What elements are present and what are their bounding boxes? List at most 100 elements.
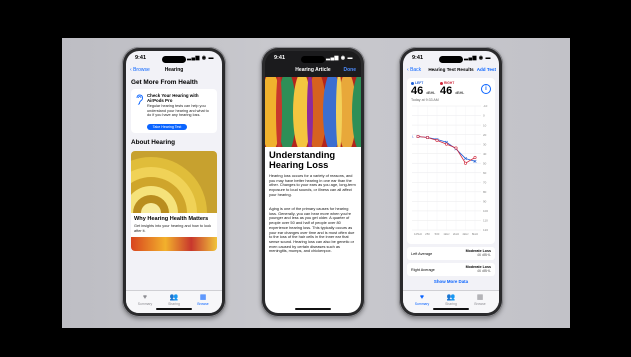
y-tick-label: -10 xyxy=(483,104,488,108)
section-title-about-hearing: About Hearing xyxy=(131,139,176,146)
y-tick-label: 30 xyxy=(483,142,487,146)
info-icon[interactable]: i xyxy=(481,84,491,94)
screen-hearing-results: 9:41 ▂▄▆ ◉ ▬ ‹ Back Hearing Test Results… xyxy=(403,51,499,313)
x-tick-label: 125Hz xyxy=(414,232,423,236)
article-subtitle: Get insights into your hearing and how t… xyxy=(134,224,212,233)
show-more-data-link[interactable]: Show More Data xyxy=(403,279,499,284)
status-time: 9:41 xyxy=(135,55,147,61)
article-headline: Understanding Hearing Loss xyxy=(269,149,336,170)
nav-bar: ‹ Browse Hearing xyxy=(126,65,222,77)
grid-icon: ▦ xyxy=(199,294,207,301)
y-tick-label: 110 xyxy=(483,219,488,223)
grid-icon: ▦ xyxy=(476,294,484,301)
tab-summary[interactable]: ♥ Summary xyxy=(130,294,160,306)
x-tick-label: 2kHz xyxy=(453,232,460,236)
right-average-row[interactable]: Right Average Moderate Loss 46 dBHL xyxy=(407,263,495,276)
y-tick-label: 90 xyxy=(483,200,487,204)
article-hero-illustration xyxy=(265,77,361,147)
x-tick-label: 4kHz xyxy=(462,232,469,236)
y-tick-label: 70 xyxy=(483,181,487,185)
test-timestamp: Today at 9:33 AM xyxy=(411,98,439,102)
nav-bar: Hearing Article Done xyxy=(265,65,361,77)
right-average-label: Right Average xyxy=(411,267,435,272)
dynamic-island xyxy=(301,56,325,63)
hearing-test-card[interactable]: Check Your Hearing with AirPods Pro Regu… xyxy=(131,89,217,133)
signal-wifi-battery-icon: ▂▄▆ ◉ ▬ xyxy=(326,55,353,61)
take-hearing-test-button[interactable]: Take Hearing Test xyxy=(147,124,187,130)
home-indicator xyxy=(156,308,192,310)
right-ear-point xyxy=(435,138,439,142)
y-tick-label: 50 xyxy=(483,161,487,165)
y-tick-label: 120 xyxy=(483,228,488,232)
right-ear-point xyxy=(425,135,429,139)
done-button[interactable]: Done xyxy=(344,67,357,73)
left-average-label: Left Average xyxy=(411,251,433,256)
y-tick-label: 40 xyxy=(483,152,487,156)
tab-bar: ♥ Summary 👥 Sharing ▦ Browse xyxy=(403,290,499,313)
article-body: Understanding Hearing Loss Hearing loss … xyxy=(265,147,361,313)
article-paragraph-1: Hearing loss occurs for a variety of rea… xyxy=(269,173,356,197)
y-tick-label: 60 xyxy=(483,171,487,175)
nav-title: Hearing xyxy=(164,67,184,73)
card-body: Regular hearing tests can help you under… xyxy=(147,104,209,118)
phone-hearing-browse: 9:41 ▂▄▆ ◉ ▬ ‹ Browse Hearing Get More F… xyxy=(122,47,226,317)
y-tick-label: 80 xyxy=(483,190,487,194)
tab-browse[interactable]: ▦ Browse xyxy=(188,294,218,306)
tab-sharing[interactable]: 👥 Sharing xyxy=(436,294,466,306)
x-tick-label: 250 xyxy=(425,232,430,236)
status-time: 9:41 xyxy=(412,55,424,61)
y-tick-label: 0 xyxy=(483,114,485,118)
card-title: Check Your Hearing with AirPods Pro xyxy=(147,93,199,103)
hero-pattern xyxy=(265,77,361,147)
ear-icon xyxy=(136,94,143,105)
y-tick-label: 20 xyxy=(483,133,487,137)
phone-hearing-article: 9:41 ▂▄▆ ◉ ▬ Hearing Article Done Unders… xyxy=(261,47,365,317)
y-tick-label: 100 xyxy=(483,209,488,213)
x-tick-label: 8kHz xyxy=(472,232,479,236)
right-ear-point xyxy=(454,146,458,150)
people-icon: 👥 xyxy=(446,294,456,301)
nav-bar: ‹ Back Hearing Test Results Add Test xyxy=(403,65,499,77)
heart-icon: ♥ xyxy=(419,294,425,301)
right-ear-point xyxy=(416,135,420,139)
audiogram-card: LEFT RIGHT 46 dBHL 46 dBHL Today at 9:33… xyxy=(407,78,495,244)
phone-hearing-results: 9:41 ▂▄▆ ◉ ▬ ‹ Back Hearing Test Results… xyxy=(399,47,503,317)
left-average-row[interactable]: Left Average Moderate Loss 46 dBHL xyxy=(407,247,495,260)
home-indicator xyxy=(295,308,331,310)
x-tick-label: 500 xyxy=(435,232,440,236)
tab-browse[interactable]: ▦ Browse xyxy=(465,294,495,306)
article-title: Why Hearing Health Matters xyxy=(134,216,209,222)
left-average-value: Moderate Loss 46 dBHL xyxy=(465,249,491,258)
article-hero-illustration xyxy=(131,151,217,213)
signal-wifi-battery-icon: ▂▄▆ ◉ ▬ xyxy=(464,55,491,61)
left-ear-value: 46 dBHL xyxy=(411,85,436,97)
dynamic-island xyxy=(439,56,463,63)
right-ear-point xyxy=(444,142,448,146)
x-tick-label: 1kHz xyxy=(443,232,450,236)
people-icon: 👥 xyxy=(169,294,179,301)
status-time: 9:41 xyxy=(274,55,286,61)
tab-sharing[interactable]: 👥 Sharing xyxy=(159,294,189,306)
right-ear-point xyxy=(463,161,467,165)
article-card-why-hearing[interactable]: Why Hearing Health Matters Get insights … xyxy=(131,151,217,251)
screen-hearing-browse: 9:41 ▂▄▆ ◉ ▬ ‹ Browse Hearing Get More F… xyxy=(126,51,222,313)
y-tick-label: 10 xyxy=(483,123,487,127)
tab-summary[interactable]: ♥ Summary xyxy=(407,294,437,306)
signal-wifi-battery-icon: ▂▄▆ ◉ ▬ xyxy=(187,55,214,61)
article-paragraph-2: Aging is one of the primary causes for h… xyxy=(269,206,355,254)
right-average-value: Moderate Loss 46 dBHL xyxy=(465,265,491,274)
tab-bar: ♥ Summary 👥 Sharing ▦ Browse xyxy=(126,290,222,313)
section-title-get-more: Get More From Health xyxy=(131,79,198,86)
audiogram-chart: -10 0 10 20 30 40 50 60 70 80 90 100 110 120 125Hz 250 5… xyxy=(412,104,488,236)
add-test-button[interactable]: Add Test xyxy=(477,67,496,72)
right-ear-point xyxy=(473,156,477,160)
heart-icon: ♥ xyxy=(142,294,148,301)
screen-hearing-article: 9:41 ▂▄▆ ◉ ▬ Hearing Article Done Unders… xyxy=(265,51,361,313)
left-series-label: L xyxy=(412,135,414,139)
dynamic-island xyxy=(162,56,186,63)
next-article-preview xyxy=(131,237,217,251)
presentation-backdrop: 9:41 ▂▄▆ ◉ ▬ ‹ Browse Hearing Get More F… xyxy=(62,38,570,328)
right-ear-value: 46 dBHL xyxy=(440,85,465,97)
home-indicator xyxy=(433,308,469,310)
nav-title: Hearing Test Results xyxy=(428,67,474,72)
